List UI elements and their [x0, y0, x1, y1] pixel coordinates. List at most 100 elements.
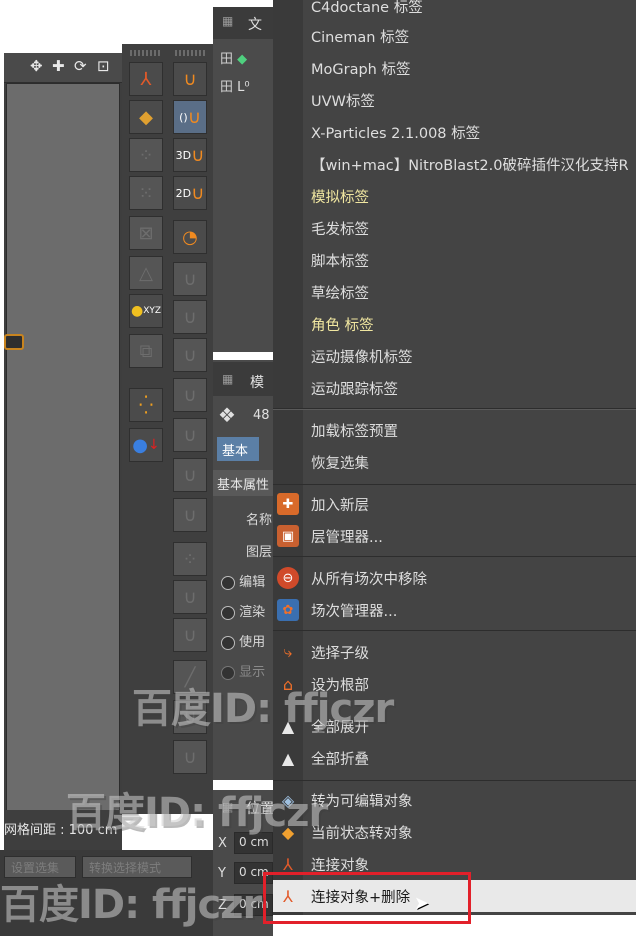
uv-mode-icon[interactable]: △	[129, 256, 163, 290]
radio-button[interactable]	[221, 575, 235, 590]
panel-grip-icon[interactable]: ▦	[222, 800, 233, 814]
menu-item-script-tag[interactable]: 脚本标签	[273, 244, 636, 276]
attr-use-color-row[interactable]: 使用	[221, 631, 265, 650]
radio-button[interactable]	[221, 605, 235, 620]
x-axis-label: X	[218, 836, 227, 851]
attr-render-row[interactable]: 渲染	[221, 601, 265, 620]
guide-icon[interactable]: ╱	[173, 660, 207, 694]
menu-item-nitroblast-tag[interactable]: 【win+mac】NitroBlast2.0破碎插件汉化支持R	[273, 148, 636, 180]
attr-render-label: 渲染	[239, 605, 266, 620]
menu-separator	[273, 780, 636, 781]
tree-expand-icon[interactable]: 田	[220, 80, 233, 95]
menu-item-cineman-tag[interactable]: Cineman 标签	[273, 20, 636, 52]
snap-midpoint-icon[interactable]: ∪	[173, 498, 207, 532]
menu-item-simulation-tag[interactable]: 模拟标签	[273, 180, 636, 212]
collapse-all-icon: ▲	[281, 748, 295, 768]
position-x-input[interactable]: 0 cm	[234, 832, 273, 854]
menu-item-motion-camera-tag[interactable]: 运动摄像机标签	[273, 340, 636, 372]
object-mode-icon[interactable]: ◆	[129, 100, 163, 134]
palette-grip[interactable]	[130, 50, 162, 56]
menu-item-current-state-to-object[interactable]: ◆ 当前状态转对象	[273, 816, 636, 848]
snap-grid-line-icon[interactable]: ∪	[173, 580, 207, 614]
attr-display-row[interactable]: 显示	[221, 661, 265, 680]
zoom-icon[interactable]: ✚	[52, 57, 65, 75]
menu-item-take-manager[interactable]: ✿ 场次管理器...	[273, 594, 636, 626]
menu-item-collapse-all[interactable]: ▲ 全部折叠	[273, 742, 636, 774]
radio-button[interactable]	[221, 635, 235, 650]
snap-polygon-icon[interactable]: ∪	[173, 338, 207, 372]
tree-row[interactable]: 田 ◆	[220, 48, 247, 67]
menu-item-expand-all[interactable]: ▲ 全部展开	[273, 710, 636, 742]
menu-item-c4doctane-tag[interactable]: C4doctane 标签	[273, 0, 636, 22]
snap-workplane-icon[interactable]: ∪	[173, 618, 207, 652]
magnet-icon[interactable]: ∪	[173, 62, 207, 96]
basic-properties-section[interactable]: 基本属性	[213, 470, 273, 496]
connect-objects-icon: ⅄	[283, 854, 293, 874]
move-icon[interactable]: ✥	[30, 57, 43, 75]
snap-axis-icon[interactable]: ∪	[173, 418, 207, 452]
menu-item-remove-from-all-takes[interactable]: ⊖ 从所有场次中移除	[273, 562, 636, 594]
texture-mode-icon[interactable]: ⧉	[129, 334, 163, 368]
tree-row[interactable]: 田 L⁰	[220, 76, 250, 95]
menu-item-motion-tracking-tag[interactable]: 运动跟踪标签	[273, 372, 636, 404]
menu-item-set-as-root[interactable]: ⌂ 设为根部	[273, 668, 636, 700]
snap-intersection-icon[interactable]: ∪	[173, 458, 207, 492]
snap-grid-point-icon[interactable]: ⁘	[173, 542, 207, 576]
object-count: 48	[253, 408, 270, 423]
cube-object-icon: ◆	[237, 52, 248, 67]
points-mode-icon[interactable]: ⁘	[129, 138, 163, 172]
snap-vertex-icon[interactable]: ∪	[173, 262, 207, 296]
null-object-icon: L⁰	[237, 80, 250, 95]
viewport-canvas[interactable]	[6, 83, 120, 823]
menu-item-sketch-tag[interactable]: 草绘标签	[273, 276, 636, 308]
guide-snap-icon[interactable]: ∪	[173, 700, 207, 734]
menu-item-hair-tag[interactable]: 毛发标签	[273, 212, 636, 244]
menu-item-uvw-tag[interactable]: UVW标签	[273, 84, 636, 116]
attr-use-color-label: 使用	[239, 635, 266, 650]
menu-item-add-new-layer[interactable]: ✚ 加入新层	[273, 488, 636, 520]
select-children-icon: ⤷	[283, 642, 293, 661]
menu-item-load-tag-preset[interactable]: 加载标签预置	[273, 414, 636, 446]
menu-item-character-tag[interactable]: 角色 标签	[273, 308, 636, 340]
convert-selection-mode-button[interactable]: 转换选择模式	[82, 856, 192, 878]
viewport-object-marker[interactable]	[4, 334, 24, 350]
menu-item-mograph-tag[interactable]: MoGraph 标签	[273, 52, 636, 84]
snap-points-icon[interactable]: ⁛	[129, 388, 163, 422]
layout-icon[interactable]: ⊡	[97, 57, 110, 75]
attributes-manager-tab-label: 模	[250, 375, 264, 391]
attr-display-label: 显示	[239, 665, 266, 680]
object-manager-tab-label: 文	[248, 17, 262, 33]
mouse-cursor-icon: ➤	[414, 893, 430, 914]
menu-item-make-editable[interactable]: ◈ 转为可编辑对象	[273, 784, 636, 816]
menu-separator	[273, 630, 636, 631]
polygons-mode-icon[interactable]: ⊠	[129, 216, 163, 250]
rotate-icon[interactable]: ⟳	[74, 57, 87, 75]
snap-spline-icon[interactable]: ∪	[173, 378, 207, 412]
attr-editor-row[interactable]: 编辑	[221, 571, 265, 590]
tab-basic[interactable]: 基本	[217, 437, 259, 461]
quantize-icon[interactable]: ◔	[173, 220, 207, 254]
dynamic-guide-icon[interactable]: ∪	[173, 740, 207, 774]
snap-enable-icon[interactable]: () ∪	[173, 100, 207, 134]
panel-grip-icon[interactable]: ▦	[222, 14, 233, 28]
take-manager-icon: ✿	[277, 599, 299, 621]
menu-item-layer-manager[interactable]: ▣ 层管理器...	[273, 520, 636, 552]
menu-item-select-children[interactable]: ⤷ 选择子级	[273, 636, 636, 668]
set-selection-button[interactable]: 设置选集	[4, 856, 76, 878]
radio-button[interactable]	[221, 665, 235, 680]
snap-edge-icon[interactable]: ∪	[173, 300, 207, 334]
snap-3d-icon[interactable]: 3D ∪	[173, 138, 207, 172]
snap-2d-icon[interactable]: 2D ∪	[173, 176, 207, 210]
palette-grip[interactable]	[175, 50, 207, 56]
edges-mode-icon[interactable]: ⁙	[129, 176, 163, 210]
axis-xyz-icon[interactable]: ● XYZ	[129, 294, 163, 328]
model-mode-icon[interactable]: ⅄	[129, 62, 163, 96]
home-icon: ⌂	[282, 674, 294, 694]
tree-expand-icon[interactable]: 田	[220, 52, 233, 67]
menu-item-xparticles-tag[interactable]: X-Particles 2.1.008 标签	[273, 116, 636, 148]
menu-item-restore-selection[interactable]: 恢复选集	[273, 446, 636, 478]
drop-to-floor-icon[interactable]: ● ↓	[129, 428, 163, 462]
panel-grip-icon[interactable]: ▦	[222, 372, 233, 386]
menu-separator	[273, 556, 636, 557]
menu-separator	[273, 484, 636, 485]
